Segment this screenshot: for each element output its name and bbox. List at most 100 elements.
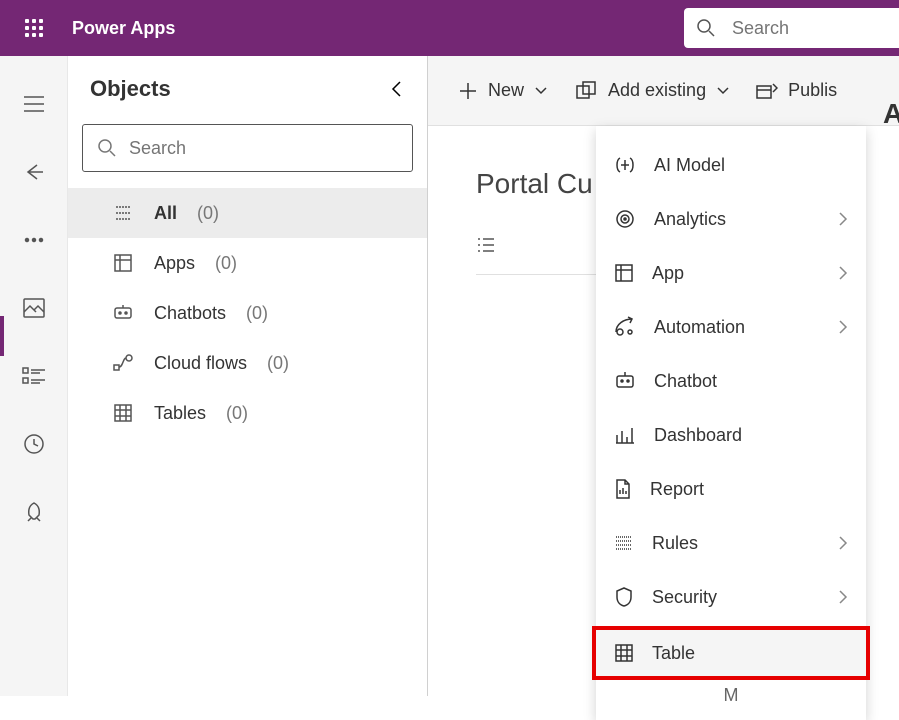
- new-button[interactable]: New: [458, 80, 548, 101]
- chevron-down-icon: [534, 86, 548, 96]
- objects-panel-title: Objects: [90, 76, 171, 102]
- objects-item-apps[interactable]: Apps (0): [68, 238, 427, 288]
- dd-item-more[interactable]: M: [596, 682, 866, 708]
- chevron-right-icon: [838, 211, 848, 227]
- dd-item-label: Security: [652, 587, 717, 608]
- dd-item-dashboard[interactable]: Dashboard: [596, 408, 866, 462]
- dd-item-aimodel[interactable]: AI Model: [596, 138, 866, 192]
- chevron-right-icon: [838, 265, 848, 281]
- objects-item-chatbots[interactable]: Chatbots (0): [68, 288, 427, 338]
- dd-item-analytics[interactable]: Analytics: [596, 192, 866, 246]
- new-dropdown-menu: AI Model Analytics App Automation Chatbo…: [596, 126, 866, 720]
- dd-item-label: App: [652, 263, 684, 284]
- left-iconrail: [0, 56, 68, 696]
- rules-icon: [614, 534, 634, 552]
- dd-item-label: Automation: [654, 317, 745, 338]
- body: Objects All (0) Apps (0) Chatbots (0): [0, 56, 899, 696]
- chevron-down-icon: [716, 86, 730, 96]
- dd-item-label: Dashboard: [654, 425, 742, 446]
- dd-item-label: Chatbot: [654, 371, 717, 392]
- rail-back[interactable]: [0, 152, 68, 192]
- history-icon: [23, 433, 45, 455]
- objects-search[interactable]: [82, 124, 413, 172]
- chevron-right-icon: [838, 535, 848, 551]
- rail-media[interactable]: [0, 288, 68, 328]
- objects-item-count: (0): [226, 403, 248, 424]
- add-existing-icon: [574, 81, 598, 101]
- report-icon: [614, 478, 632, 500]
- publish-label: Publis: [788, 80, 837, 101]
- dd-item-label: Report: [650, 479, 704, 500]
- dd-item-label: Rules: [652, 533, 698, 554]
- chevron-right-icon: [838, 319, 848, 335]
- flow-icon: [112, 354, 134, 372]
- app-title: Power Apps: [72, 18, 175, 39]
- security-icon: [614, 586, 634, 608]
- dashboard-icon: [614, 425, 636, 445]
- chatbot-icon: [614, 371, 636, 391]
- dd-item-security[interactable]: Security: [596, 570, 866, 624]
- objects-item-count: (0): [215, 253, 237, 274]
- rail-list[interactable]: [0, 356, 68, 396]
- chevron-right-icon: [838, 589, 848, 605]
- dd-more-label: M: [724, 685, 739, 706]
- dd-item-label: Analytics: [654, 209, 726, 230]
- dd-item-label: Table: [652, 643, 695, 664]
- objects-item-all[interactable]: All (0): [68, 188, 427, 238]
- dd-item-rules[interactable]: Rules: [596, 516, 866, 570]
- search-icon: [696, 18, 716, 38]
- rocket-icon: [23, 501, 45, 523]
- rail-more[interactable]: [0, 220, 68, 260]
- objects-item-count: (0): [267, 353, 289, 374]
- app-icon: [112, 254, 134, 272]
- ellipsis-icon: [23, 237, 45, 243]
- rail-selection-indicator: [0, 316, 4, 356]
- dd-item-report[interactable]: Report: [596, 462, 866, 516]
- list-detail-icon: [22, 366, 46, 386]
- objects-item-label: Tables: [154, 403, 206, 424]
- hamburger-icon: [23, 95, 45, 113]
- waffle-icon: [25, 19, 43, 37]
- global-search[interactable]: [684, 8, 899, 48]
- media-icon: [23, 298, 45, 318]
- list-detail-icon: [476, 236, 496, 254]
- truncated-heading: A: [883, 98, 899, 130]
- ai-icon: [614, 154, 636, 176]
- table-icon: [614, 643, 634, 663]
- dd-item-table[interactable]: Table: [592, 626, 870, 680]
- back-arrow-icon: [23, 163, 45, 181]
- objects-item-count: (0): [246, 303, 268, 324]
- objects-item-cloudflows[interactable]: Cloud flows (0): [68, 338, 427, 388]
- rail-hamburger[interactable]: [0, 84, 68, 124]
- objects-item-tables[interactable]: Tables (0): [68, 388, 427, 438]
- dd-item-app[interactable]: App: [596, 246, 866, 300]
- objects-item-label: Apps: [154, 253, 195, 274]
- main-area: New Add existing Publis Portal Cu A: [428, 56, 899, 696]
- rail-rocket[interactable]: [0, 492, 68, 532]
- objects-list: All (0) Apps (0) Chatbots (0) Cloud flow…: [68, 188, 427, 438]
- all-icon: [112, 204, 134, 222]
- add-existing-label: Add existing: [608, 80, 706, 101]
- dd-item-label: AI Model: [654, 155, 725, 176]
- analytics-icon: [614, 208, 636, 230]
- objects-search-input[interactable]: [129, 138, 398, 159]
- add-existing-button[interactable]: Add existing: [574, 80, 730, 101]
- collapse-panel-button[interactable]: [389, 78, 405, 100]
- app-launcher-button[interactable]: [14, 19, 54, 37]
- objects-panel: Objects All (0) Apps (0) Chatbots (0): [68, 56, 428, 696]
- global-search-input[interactable]: [732, 18, 899, 39]
- dd-item-automation[interactable]: Automation: [596, 300, 866, 354]
- app-icon: [614, 263, 634, 283]
- publish-button[interactable]: Publis: [756, 80, 837, 101]
- publish-icon: [756, 82, 778, 100]
- automation-icon: [614, 316, 636, 338]
- objects-item-label: Cloud flows: [154, 353, 247, 374]
- dd-item-chatbot[interactable]: Chatbot: [596, 354, 866, 408]
- table-icon: [112, 404, 134, 422]
- objects-item-label: All: [154, 203, 177, 224]
- objects-item-count: (0): [197, 203, 219, 224]
- chatbot-icon: [112, 304, 134, 322]
- rail-history[interactable]: [0, 424, 68, 464]
- search-icon: [97, 138, 117, 158]
- command-bar: New Add existing Publis: [428, 56, 899, 126]
